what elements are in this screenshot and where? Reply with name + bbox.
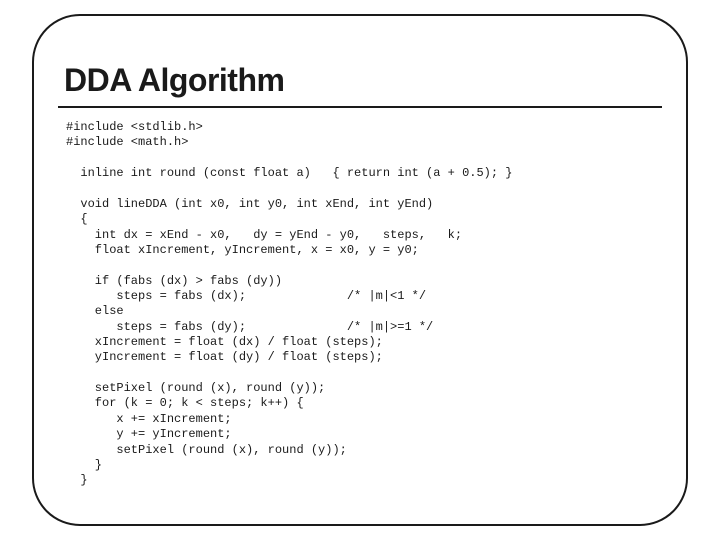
slide-title: DDA Algorithm <box>64 62 284 99</box>
slide: DDA Algorithm #include <stdlib.h> #inclu… <box>0 0 720 540</box>
code-block: #include <stdlib.h> #include <math.h> in… <box>66 120 512 489</box>
title-underline <box>58 106 662 108</box>
